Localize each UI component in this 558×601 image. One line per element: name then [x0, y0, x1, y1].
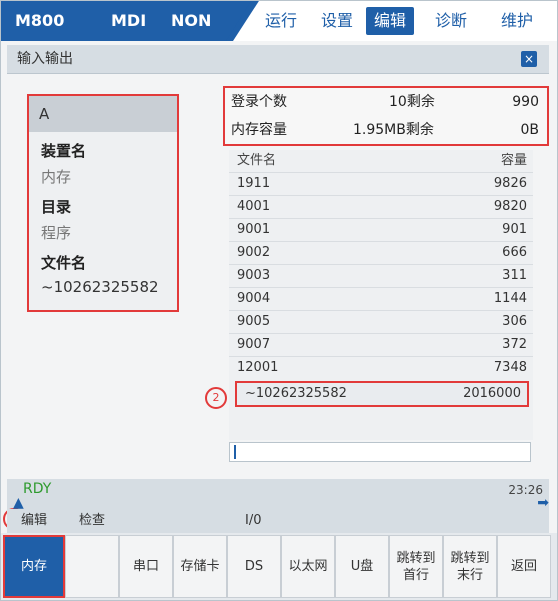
file-size: 7348 — [493, 360, 527, 375]
mode-area: M800 MDI NON — [1, 1, 251, 41]
dialog-body: A 装置名 内存 目录 程序 文件名 ~10262325582 登录个数 10剩… — [7, 74, 549, 474]
drive-label: A — [39, 105, 50, 123]
file-size: 901 — [502, 222, 527, 237]
menu-io[interactable]: I/0 — [245, 509, 262, 533]
softkey-ds[interactable]: DS — [227, 535, 281, 598]
file-size: 9826 — [493, 176, 527, 191]
top-bar: M800 MDI NON 运行 设置 编辑 诊断 维护 — [1, 1, 557, 41]
file-name: 9007 — [237, 337, 271, 352]
file-name: 9004 — [237, 291, 271, 306]
file-name: 9001 — [237, 222, 271, 237]
directory-label: 目录 — [41, 198, 72, 216]
file-name: 9003 — [237, 268, 271, 283]
text-caret — [234, 445, 236, 459]
registered-count-label: 登录个数 — [231, 94, 287, 110]
menu-bar: 编辑 检查 I/0 — [7, 509, 549, 533]
tab-edit[interactable]: 编辑 — [366, 7, 414, 35]
tab-maintenance[interactable]: 维护 — [489, 7, 545, 35]
file-row[interactable]: 9005 306 — [229, 310, 533, 333]
softkey-serial[interactable]: 串口 — [119, 535, 173, 598]
memory-capacity-row: 内存容量 1.95MB剩余 0B — [225, 116, 547, 144]
cnc-screen: M800 MDI NON 运行 设置 编辑 诊断 维护 输入输出 × A 装置名… — [0, 0, 558, 601]
file-row[interactable]: 1911 9826 — [229, 172, 533, 195]
file-row[interactable]: 4001 9820 — [229, 195, 533, 218]
file-row[interactable]: 9001 901 — [229, 218, 533, 241]
softkey-jump-first[interactable]: 跳转到 首行 — [389, 535, 443, 598]
file-row-selected[interactable]: ~10262325582 2016000 — [235, 381, 529, 407]
close-icon: × — [523, 52, 535, 66]
column-size: 容量 — [500, 153, 527, 168]
softkey-back[interactable]: 返回 — [497, 535, 551, 598]
softkey-jump-last[interactable]: 跳转到 末行 — [443, 535, 497, 598]
device-name-label: 装置名 — [41, 142, 87, 160]
file-size: 372 — [502, 337, 527, 352]
file-size: 666 — [502, 245, 527, 260]
filename-label: 文件名 — [41, 254, 87, 272]
softkey-memory[interactable]: 内存 — [3, 535, 65, 598]
softkey-blank[interactable] — [65, 535, 119, 598]
file-row[interactable]: 12001 7348 — [229, 356, 533, 379]
file-row[interactable]: 9007 372 — [229, 333, 533, 356]
mode-mdi: MDI — [111, 11, 147, 30]
directory-value: 程序 — [41, 224, 72, 242]
file-size: 1144 — [493, 291, 527, 306]
nav-tabs: 运行 设置 编辑 诊断 维护 — [233, 1, 557, 41]
file-name: 12001 — [237, 360, 279, 375]
storage-stats: 登录个数 10剩余 990 内存容量 1.95MB剩余 0B — [223, 86, 549, 146]
file-size: 2016000 — [463, 386, 521, 401]
softkey-usb[interactable]: U盘 — [335, 535, 389, 598]
tab-run[interactable]: 运行 — [257, 7, 305, 35]
file-name: 9005 — [237, 314, 271, 329]
mode-non: NON — [171, 11, 212, 30]
file-row[interactable]: 9003 311 — [229, 264, 533, 287]
machine-name: M800 — [15, 11, 65, 30]
drive-selector[interactable]: A — [29, 96, 177, 132]
file-name: 1911 — [237, 176, 271, 191]
memory-capacity-label: 内存容量 — [231, 122, 287, 138]
filename-value: ~10262325582 — [41, 278, 159, 296]
softkey-bar: 内存 串口 存储卡 DS 以太网 U盘 跳转到 首行 跳转到 末行 返回 — [1, 533, 557, 600]
file-name: ~10262325582 — [245, 386, 347, 401]
memory-remaining: 1.95MB剩余 — [353, 122, 434, 138]
file-name: 9002 — [237, 245, 271, 260]
file-size: 306 — [502, 314, 527, 329]
file-size: 9820 — [493, 199, 527, 214]
file-size: 311 — [502, 268, 527, 283]
dialog-header: 输入输出 × — [7, 45, 549, 74]
file-list: 文件名 容量 1911 9826 4001 9820 9001 901 9002 666… — [229, 150, 533, 440]
callout-marker-2: 2 — [205, 387, 227, 409]
softkey-ethernet[interactable]: 以太网 — [281, 535, 335, 598]
file-name: 4001 — [237, 199, 271, 214]
device-name-value: 内存 — [41, 168, 72, 186]
dialog-title: 输入输出 — [17, 51, 73, 67]
close-button[interactable]: × — [521, 51, 537, 67]
status-bar: RDY 23:26 — [7, 479, 549, 509]
tab-diagnosis[interactable]: 诊断 — [423, 7, 479, 35]
memory-capacity-value: 0B — [520, 122, 539, 138]
tab-settings[interactable]: 设置 — [313, 7, 361, 35]
softkey-memory-card[interactable]: 存储卡 — [173, 535, 227, 598]
file-row[interactable]: 9004 1144 — [229, 287, 533, 310]
column-filename: 文件名 — [237, 153, 277, 168]
filename-input[interactable] — [229, 442, 531, 462]
menu-edit[interactable]: 编辑 — [21, 509, 47, 533]
registered-remaining: 10剩余 — [389, 94, 435, 110]
menu-check[interactable]: 检查 — [79, 509, 105, 533]
file-row[interactable]: 9002 666 — [229, 241, 533, 264]
registered-count-row: 登录个数 10剩余 990 — [225, 88, 547, 116]
device-panel: A 装置名 内存 目录 程序 文件名 ~10262325582 — [27, 94, 179, 312]
registered-count-value: 990 — [512, 94, 539, 110]
ready-status: RDY — [23, 481, 52, 497]
file-list-header: 文件名 容量 — [229, 150, 533, 172]
